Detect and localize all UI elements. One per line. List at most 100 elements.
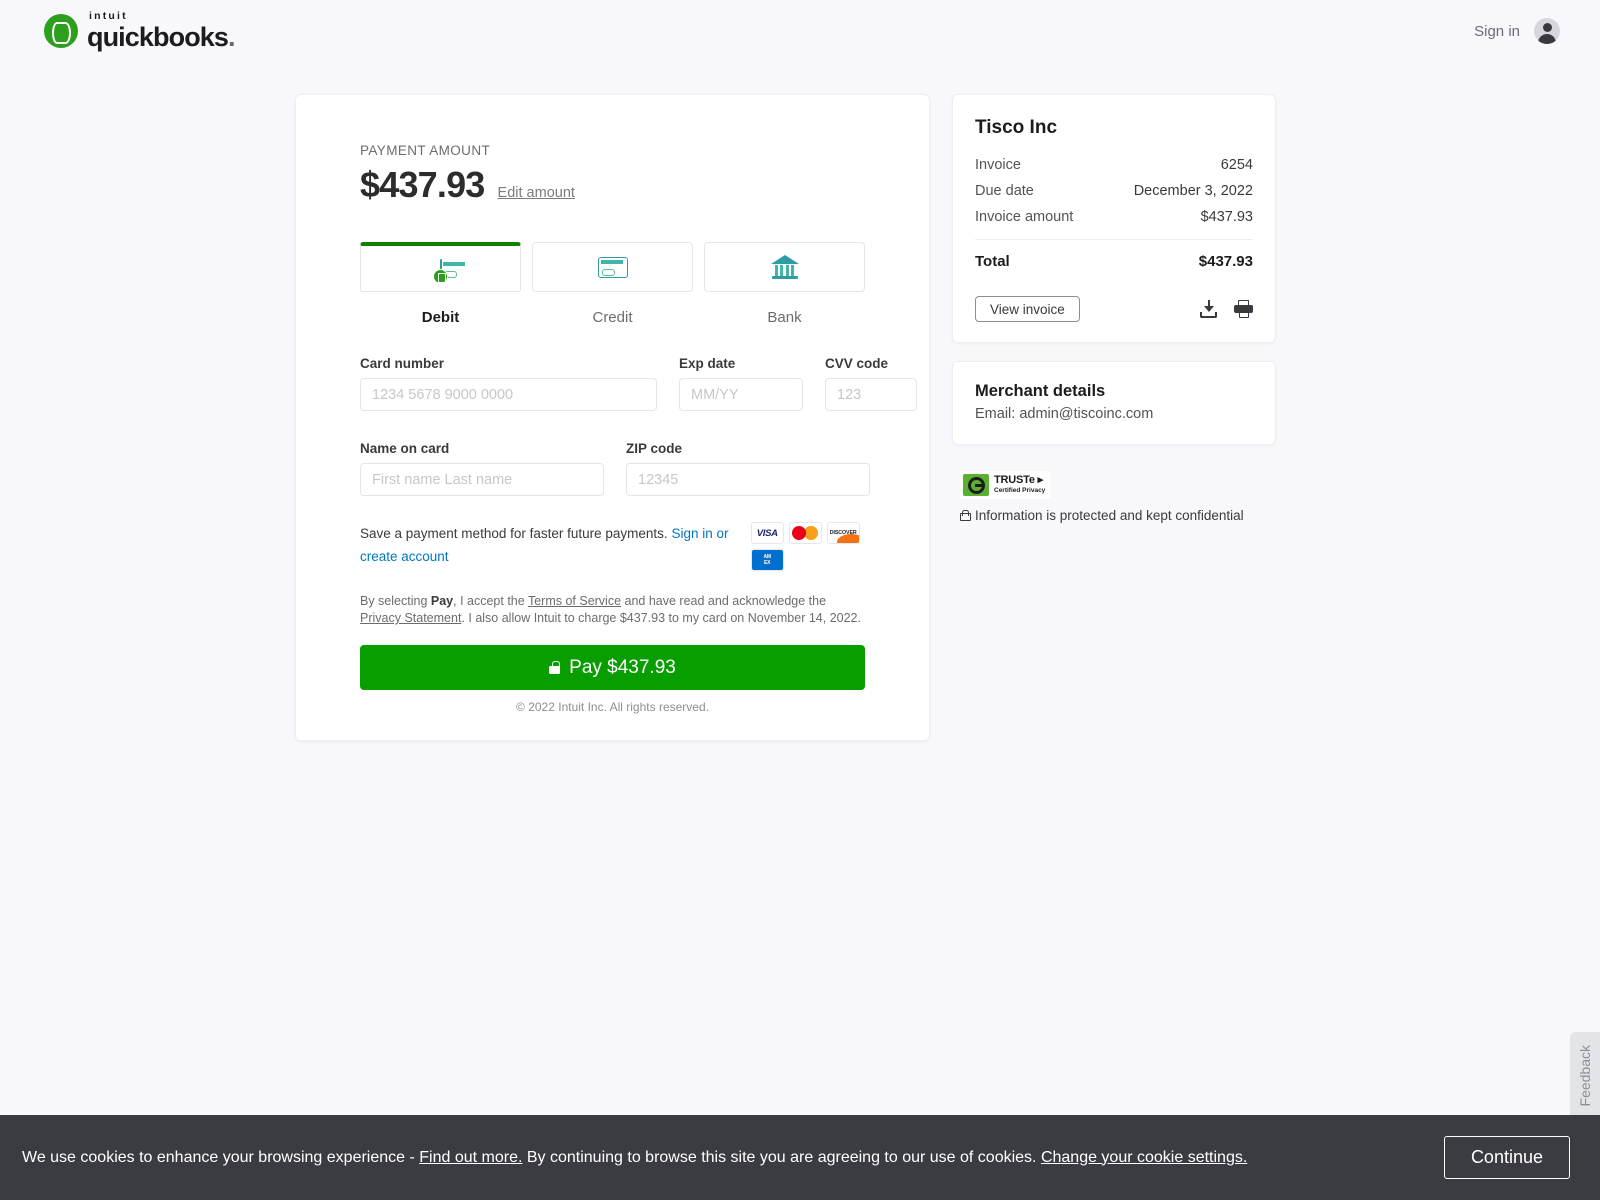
invoice-amount-value: $437.93 (1200, 209, 1253, 225)
cookie-text-part-2: By continuing to browse this site you ar… (522, 1148, 1041, 1166)
total-label: Total (975, 253, 1010, 270)
view-invoice-button[interactable]: View invoice (975, 296, 1080, 322)
card-brand-logos: VISA DISCOVER AM EX (750, 522, 865, 571)
payment-method-tabs: Debit Credit Bank (360, 242, 865, 326)
find-out-more-link[interactable]: Find out more. (419, 1149, 522, 1166)
signin-label: Sign in (1474, 22, 1520, 40)
lock-icon (960, 510, 971, 521)
discover-icon: DISCOVER (826, 522, 860, 544)
lock-icon (549, 661, 561, 674)
tab-bank-label: Bank (767, 309, 802, 326)
payment-amount-value: $437.93 (360, 164, 485, 205)
tab-credit-label: Credit (592, 309, 633, 326)
quickbooks-logo-icon (44, 14, 78, 48)
truste-logo-icon (963, 474, 989, 496)
invoice-number-label: Invoice (975, 157, 1021, 173)
cvv-label: CVV code (825, 356, 889, 371)
invoice-icon-actions (1200, 300, 1253, 318)
copyright-text: © 2022 Intuit Inc. All rights reserved. (516, 700, 709, 714)
card-number-field: Card number (360, 356, 657, 411)
feedback-label: Feedback (1577, 1045, 1593, 1107)
invoice-row: Invoice 6254 (975, 157, 1253, 173)
debit-card-icon (432, 258, 448, 284)
bank-building-icon (770, 255, 799, 279)
exp-date-input[interactable] (679, 378, 803, 411)
app-header: intuit quickbooks. Sign in (0, 0, 1600, 62)
protection-text: Information is protected and kept confid… (975, 508, 1244, 523)
quickbooks-wordmark: quickbooks. (87, 21, 235, 52)
credit-card-icon (597, 256, 628, 278)
visa-icon: VISA (750, 522, 784, 544)
card-fields-row-1: Card number Exp date CVV code (360, 356, 917, 411)
merchant-email: Email: admin@tiscoinc.com (975, 406, 1154, 422)
exp-date-field: Exp date (679, 356, 803, 411)
tab-bank-box[interactable] (704, 242, 865, 292)
payment-amount-row: $437.93 Edit amount (360, 164, 865, 206)
terms-part-1: By selecting (360, 594, 431, 608)
intuit-wordmark: intuit (89, 10, 128, 23)
download-icon[interactable] (1200, 300, 1218, 318)
pay-button[interactable]: Pay $437.93 (360, 645, 865, 690)
due-date-value: December 3, 2022 (1133, 183, 1253, 199)
cookie-text-part-1: We use cookies to enhance your browsing … (22, 1148, 420, 1166)
invoice-amount-label: Invoice amount (975, 209, 1074, 225)
print-icon[interactable] (1234, 300, 1253, 318)
card-number-label: Card number (360, 356, 445, 371)
truste-badge[interactable]: TRUSTe ▸ Certified Privacy (960, 471, 1052, 499)
card-number-input[interactable] (360, 378, 657, 411)
truste-subtitle: Certified Privacy (994, 487, 1046, 495)
invoice-total-row: Total $437.93 (975, 253, 1253, 270)
amex-icon: AM EX (750, 549, 784, 571)
terms-part-2: , I accept the (453, 594, 528, 608)
invoice-number-value: 6254 (1220, 157, 1253, 173)
edit-amount-link[interactable]: Edit amount (498, 185, 575, 201)
trust-block: TRUSTe ▸ Certified Privacy Information i… (952, 471, 1276, 523)
tab-debit-box[interactable] (360, 242, 521, 292)
mastercard-icon (788, 522, 822, 544)
terms-text: By selecting Pay, I accept the Terms of … (360, 593, 865, 627)
invoice-divider (975, 239, 1253, 240)
terms-part-3: and have read and acknowledge the (621, 594, 827, 608)
zip-code-input[interactable] (626, 463, 870, 496)
terms-part-4: . I also allow Intuit to charge $437.93 … (461, 611, 861, 625)
payment-card: PAYMENT AMOUNT $437.93 Edit amount Debit (295, 94, 930, 741)
privacy-statement-link[interactable]: Privacy Statement (360, 611, 461, 625)
name-on-card-label: Name on card (360, 441, 450, 456)
tab-debit-label: Debit (421, 309, 460, 326)
due-date-label: Due date (975, 183, 1034, 199)
save-method-copy: Save a payment method for faster future … (360, 526, 668, 541)
zip-code-label: ZIP code (626, 441, 683, 456)
payment-amount-label: PAYMENT AMOUNT (360, 143, 491, 158)
terms-pay-bold: Pay (430, 594, 454, 608)
total-value: $437.93 (1198, 253, 1253, 270)
merchant-details-card: Merchant details Email: admin@tiscoinc.c… (952, 361, 1276, 445)
cvv-field: CVV code (825, 356, 917, 411)
invoice-actions: View invoice (975, 296, 1253, 322)
merchant-details-title: Merchant details (975, 382, 1106, 400)
logo-wordmark: intuit quickbooks. (87, 11, 235, 51)
cookie-consent-banner: We use cookies to enhance your browsing … (0, 1115, 1600, 1200)
feedback-tab[interactable]: Feedback (1570, 1032, 1600, 1120)
exp-date-label: Exp date (679, 356, 736, 371)
zip-code-field: ZIP code (626, 441, 870, 496)
signin-control[interactable]: Sign in (1474, 18, 1560, 44)
cvv-input[interactable] (825, 378, 917, 411)
name-on-card-field: Name on card (360, 441, 604, 496)
pay-button-label: Pay $437.93 (569, 656, 676, 678)
tab-credit[interactable]: Credit (532, 242, 693, 326)
tab-debit[interactable]: Debit (360, 242, 521, 326)
save-payment-method-row: Save a payment method for faster future … (360, 522, 865, 571)
save-payment-method-text: Save a payment method for faster future … (360, 522, 733, 568)
signin-link[interactable]: Sign in (671, 526, 712, 541)
tab-credit-box[interactable] (532, 242, 693, 292)
cookie-continue-button[interactable]: Continue (1443, 1136, 1570, 1179)
merchant-name: Tisco Inc (975, 117, 1058, 138)
change-cookie-settings-link[interactable]: Change your cookie settings. (1041, 1149, 1247, 1166)
quickbooks-logo[interactable]: intuit quickbooks. (44, 11, 235, 51)
truste-text: TRUSTe ▸ Certified Privacy (994, 475, 1045, 495)
name-on-card-input[interactable] (360, 463, 604, 496)
avatar-icon[interactable] (1534, 18, 1560, 44)
terms-of-service-link[interactable]: Terms of Service (528, 594, 621, 608)
invoice-row: Due date December 3, 2022 (975, 183, 1253, 199)
tab-bank[interactable]: Bank (704, 242, 865, 326)
